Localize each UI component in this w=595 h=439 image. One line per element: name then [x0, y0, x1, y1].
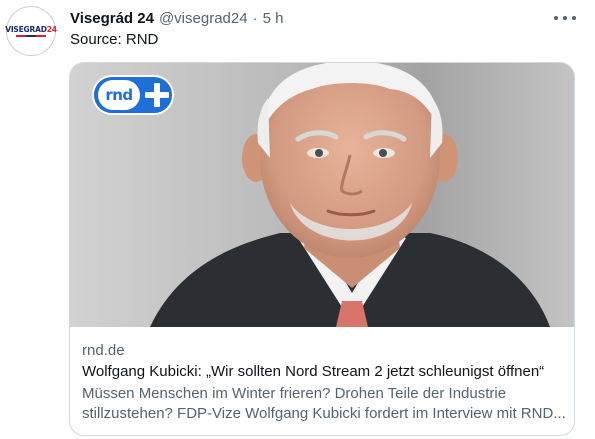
plus-icon	[145, 83, 169, 107]
tweet-text: Source: RND	[70, 31, 159, 48]
card-body[interactable]: rnd.de Wolfgang Kubicki: „Wir sollten No…	[70, 328, 574, 435]
card-image[interactable]: rnd	[70, 63, 574, 327]
card-description: Müssen Menschen im Winter frieren? Drohe…	[82, 385, 566, 422]
tweet-timestamp[interactable]: 5 h	[263, 10, 284, 27]
rnd-plus-badge: rnd	[92, 75, 174, 115]
card-title: Wolfgang Kubicki: „Wir sollten Nord Stre…	[82, 363, 545, 380]
more-horizontal-icon[interactable]	[554, 9, 576, 27]
avatar-flag-bar	[16, 35, 46, 37]
rnd-logo: rnd	[98, 80, 140, 110]
separator-dot: ·	[252, 9, 258, 27]
tweet-header: Visegrád 24 @visegrad24 · 5 h	[70, 8, 283, 28]
author-handle[interactable]: @visegrad24	[159, 10, 248, 27]
card-domain: rnd.de	[82, 342, 125, 359]
tweet[interactable]: VISEGRAD24 Visegrád 24 @visegrad24 · 5 h…	[0, 0, 595, 439]
author-name[interactable]: Visegrád 24	[70, 10, 154, 27]
avatar[interactable]: VISEGRAD24	[5, 6, 57, 56]
link-card[interactable]: rnd rnd.de Wolfgang Kubicki: „Wir sollte…	[69, 62, 575, 436]
rnd-logo-text: rnd	[105, 86, 133, 104]
avatar-logo-text: VISEGRAD24	[5, 25, 57, 34]
